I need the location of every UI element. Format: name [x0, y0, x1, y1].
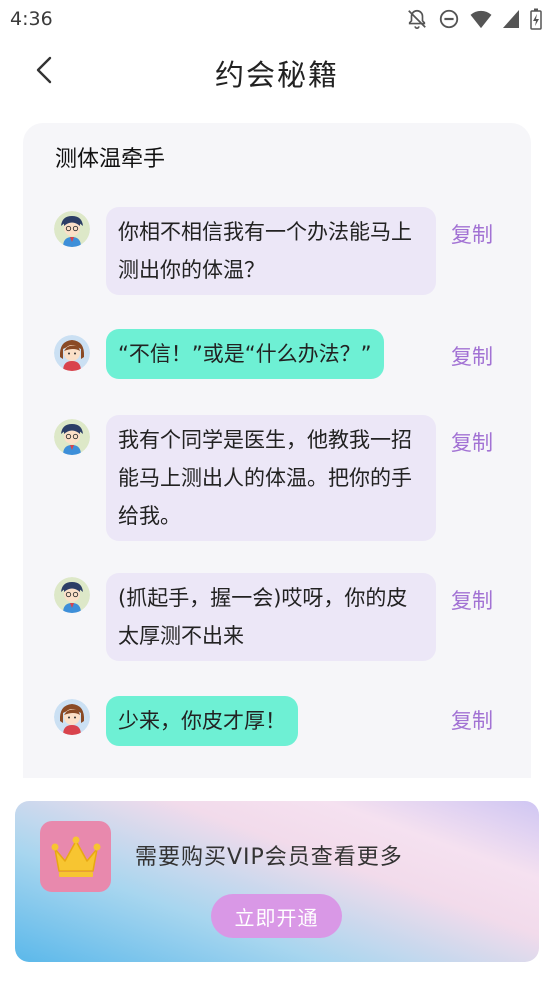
copy-button[interactable]: 复制 — [451, 585, 493, 615]
avatar-girl — [54, 335, 90, 371]
wifi-icon — [470, 9, 492, 29]
message-bubble: 我有个同学是医生，他教我一招能马上测出人的体温。把你的手给我。 — [106, 415, 436, 541]
status-icons — [406, 8, 542, 30]
crown-icon — [40, 821, 111, 892]
avatar-boy — [54, 211, 90, 247]
message-bubble: 少来，你皮才厚！ — [106, 696, 298, 746]
copy-button[interactable]: 复制 — [451, 219, 493, 249]
chevron-left-icon — [33, 55, 55, 89]
page-title: 约会秘籍 — [214, 58, 339, 92]
section-title: 测体温牵手 — [55, 141, 166, 175]
vip-prompt: 需要购买VIP会员查看更多 — [135, 845, 403, 870]
status-bar: 4:36 — [0, 0, 554, 38]
avatar-boy — [54, 577, 90, 613]
avatar-boy — [54, 419, 90, 455]
battery-charging-icon — [530, 8, 542, 30]
copy-button[interactable]: 复制 — [451, 427, 493, 457]
status-time: 4:36 — [10, 8, 53, 30]
signal-icon — [502, 9, 520, 29]
vip-banner: 需要购买VIP会员查看更多 立即开通 — [15, 801, 539, 962]
open-vip-button[interactable]: 立即开通 — [211, 894, 342, 938]
message-bubble: 你相不相信我有一个办法能马上测出你的体温？ — [106, 207, 436, 295]
do-not-disturb-icon — [438, 8, 460, 30]
notifications-off-icon — [406, 8, 428, 30]
avatar-girl — [54, 699, 90, 735]
message-bubble: “不信！”或是“什么办法？” — [106, 329, 384, 379]
copy-button[interactable]: 复制 — [451, 341, 493, 371]
dialogue-card: 测体温牵手 你相不相信我有一个办法能马上测出你的体温？ 复制 “不信！”或是“什… — [23, 123, 531, 778]
nav-bar: 约会秘籍 — [0, 38, 554, 108]
copy-button[interactable]: 复制 — [451, 705, 493, 735]
message-bubble: (抓起手，握一会)哎呀，你的皮太厚测不出来 — [106, 573, 436, 661]
back-button[interactable] — [26, 54, 62, 90]
